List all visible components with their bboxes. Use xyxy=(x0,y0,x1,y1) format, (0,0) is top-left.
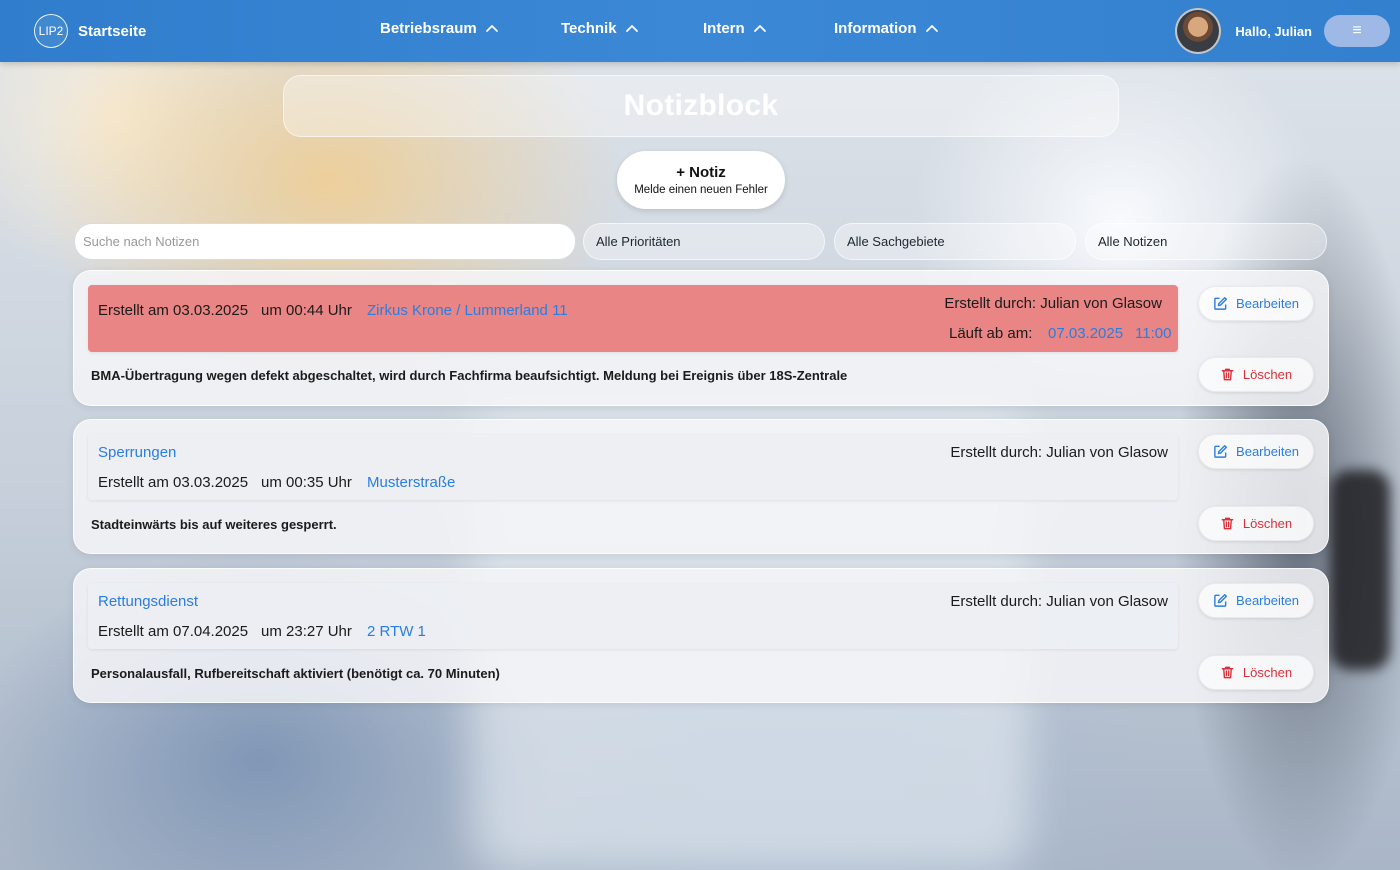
note-category[interactable]: Rettungsdienst xyxy=(98,593,198,610)
note-expires-label: Läuft ab am: xyxy=(949,325,1033,342)
app-logo: LIP2 xyxy=(34,14,68,48)
note-card: Sperrungen Erstellt am 03.03.2025 um 00:… xyxy=(73,419,1329,554)
edit-button[interactable]: Bearbeiten xyxy=(1198,583,1314,618)
edit-icon xyxy=(1214,296,1228,310)
subject-filter-select[interactable]: Alle Sachgebiete xyxy=(834,223,1076,260)
nav-item-label: Technik xyxy=(561,20,617,37)
avatar[interactable] xyxy=(1175,8,1222,54)
delete-button-label: Löschen xyxy=(1242,367,1293,382)
note-location-link[interactable]: Musterstraße xyxy=(367,474,455,491)
delete-button[interactable]: Löschen xyxy=(1198,357,1314,392)
nav-item-technik[interactable]: Technik xyxy=(561,20,639,37)
hamburger-icon: ≡ xyxy=(1352,22,1362,39)
delete-button-label: Löschen xyxy=(1242,516,1293,531)
user-greeting: Hallo, Julian xyxy=(1235,23,1312,39)
note-created-date: Erstellt am 07.04.2025 xyxy=(98,623,249,640)
subject-filter-value: Alle Sachgebiete xyxy=(847,234,945,249)
note-header: Rettungsdienst Erstellt am 07.04.2025 um… xyxy=(88,583,1178,649)
note-author: Erstellt durch: Julian von Glasow xyxy=(950,593,1168,610)
notes-filter-value: Alle Notizen xyxy=(1098,234,1168,249)
note-header: Sperrungen Erstellt am 03.03.2025 um 00:… xyxy=(88,434,1178,500)
note-location-link[interactable]: Zirkus Krone / Lummerland 11 xyxy=(367,302,568,319)
trash-icon xyxy=(1221,666,1234,679)
note-header: Erstellt am 03.03.2025 um 00:44 Uhr Zirk… xyxy=(88,285,1178,352)
note-author: Erstellt durch: Julian von Glasow xyxy=(950,444,1168,461)
new-note-subtitle: Melde einen neuen Fehler xyxy=(634,184,768,196)
note-author: Erstellt durch: Julian von Glasow xyxy=(944,295,1162,312)
note-card: Rettungsdienst Erstellt am 07.04.2025 um… xyxy=(73,568,1329,703)
chevron-up-icon xyxy=(753,24,766,32)
note-expires-date: 07.03.2025 xyxy=(1048,325,1124,342)
priority-filter-select[interactable]: Alle Prioritäten xyxy=(583,223,825,260)
note-text: Personalausfall, Rufbereitschaft aktivie… xyxy=(91,666,500,681)
delete-button-label: Löschen xyxy=(1242,665,1293,680)
note-created-date: Erstellt am 03.03.2025 xyxy=(98,302,249,319)
edit-button[interactable]: Bearbeiten xyxy=(1198,434,1314,469)
edit-button[interactable]: Bearbeiten xyxy=(1198,286,1314,321)
note-created-date: Erstellt am 03.03.2025 xyxy=(98,474,249,491)
notes-filter-select[interactable]: Alle Notizen xyxy=(1085,223,1327,260)
note-expires-time: 11:00 xyxy=(1135,325,1172,342)
page-title-box: Notizblock xyxy=(283,75,1119,137)
edit-icon xyxy=(1214,593,1228,607)
priority-filter-value: Alle Prioritäten xyxy=(596,234,681,249)
delete-button[interactable]: Löschen xyxy=(1198,655,1314,690)
edit-button-label: Bearbeiten xyxy=(1236,296,1299,311)
chevron-up-icon xyxy=(485,24,498,32)
note-text: BMA-Übertragung wegen defekt abgeschalte… xyxy=(91,368,848,383)
note-card: Erstellt am 03.03.2025 um 00:44 Uhr Zirk… xyxy=(73,270,1329,406)
nav-item-information[interactable]: Information xyxy=(834,20,939,37)
chevron-up-icon xyxy=(925,24,938,32)
chevron-up-icon xyxy=(625,24,638,32)
delete-button[interactable]: Löschen xyxy=(1198,506,1314,541)
trash-icon xyxy=(1221,517,1234,530)
menu-button[interactable]: ≡ xyxy=(1324,15,1390,47)
home-link[interactable]: LIP2 Startseite xyxy=(34,14,146,48)
note-category[interactable]: Sperrungen xyxy=(98,444,176,461)
note-text: Stadteinwärts bis auf weiteres gesperrt. xyxy=(91,517,337,532)
note-location-link[interactable]: 2 RTW 1 xyxy=(367,623,426,640)
edit-icon xyxy=(1214,444,1228,458)
top-navbar: LIP2 Startseite Betriebsraum Technik Int… xyxy=(0,0,1400,62)
user-area[interactable]: Hallo, Julian xyxy=(1175,8,1312,54)
brand-label: Startseite xyxy=(78,22,147,40)
edit-button-label: Bearbeiten xyxy=(1236,444,1299,459)
nav-item-betriebsraum[interactable]: Betriebsraum xyxy=(380,20,499,37)
nav-item-label: Information xyxy=(834,20,917,37)
new-note-button[interactable]: + Notiz Melde einen neuen Fehler xyxy=(617,151,785,209)
search-input[interactable] xyxy=(74,223,576,260)
note-created-time: um 00:35 Uhr xyxy=(261,474,352,491)
note-created-time: um 00:44 Uhr xyxy=(261,302,352,319)
nav-item-label: Intern xyxy=(703,20,745,37)
nav-item-intern[interactable]: Intern xyxy=(703,20,767,37)
page-title: Notizblock xyxy=(623,89,779,122)
edit-button-label: Bearbeiten xyxy=(1236,593,1299,608)
trash-icon xyxy=(1221,368,1234,381)
new-note-label: + Notiz xyxy=(676,164,726,181)
nav-item-label: Betriebsraum xyxy=(380,20,477,37)
note-created-time: um 23:27 Uhr xyxy=(261,623,352,640)
